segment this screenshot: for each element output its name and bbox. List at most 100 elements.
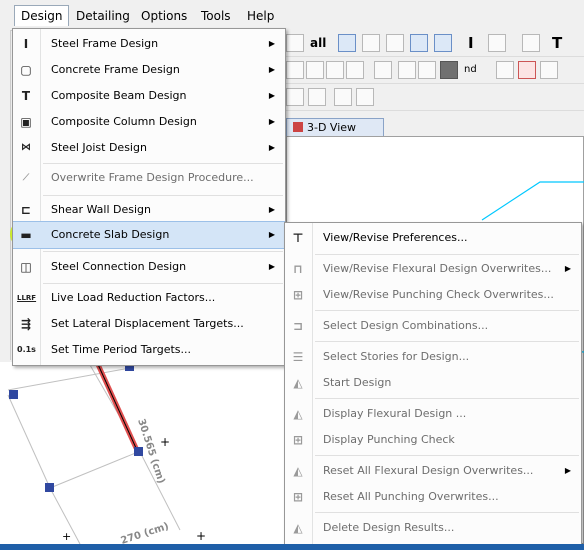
time-period-icon: 0.1s	[17, 345, 36, 354]
menu-item-label: Overwrite Frame Design Procedure...	[51, 171, 254, 184]
submenu-arrow-icon: ▶	[564, 466, 571, 475]
point-marker: +	[196, 529, 206, 543]
delete-results-icon: ◭	[293, 521, 303, 535]
point-marker: +	[62, 530, 71, 543]
node	[9, 390, 18, 399]
menu-item-lateral-displacement[interactable]: ⇶ Set Lateral Displacement Targets...	[13, 311, 285, 337]
selected-beam-center	[95, 359, 137, 449]
lateral-displacement-icon: ⇶	[20, 317, 32, 331]
display-flexural-icon: ◭	[293, 407, 303, 421]
menu-item-label: Reset All Flexural Design Overwrites...	[323, 464, 534, 477]
menu-item-composite-column-design[interactable]: ▣ Composite Column Design ▶	[13, 109, 285, 135]
concrete-frame-icon: ▢	[20, 63, 32, 77]
menu-item-label: Select Design Combinations...	[323, 319, 489, 332]
menu-item-label: Display Punching Check	[323, 433, 455, 446]
menu-item-label: View/Revise Preferences...	[323, 231, 468, 244]
design-menu: I Steel Frame Design ▶ ▢ Concrete Frame …	[12, 28, 286, 366]
menu-item-label: View/Revise Flexural Design Overwrites..…	[323, 262, 552, 275]
menu-item-view-revise-preferences[interactable]: ⊤ View/Revise Preferences...	[285, 225, 581, 251]
shear-wall-icon: ⊏	[20, 203, 32, 217]
menu-item-label: Reset All Punching Overwrites...	[323, 490, 499, 503]
menu-item-time-period-targets[interactable]: 0.1s Set Time Period Targets...	[13, 337, 285, 363]
submenu-arrow-icon: ▶	[268, 117, 275, 126]
menu-item-overwrite-frame-design[interactable]: ⟋ Overwrite Frame Design Procedure...	[13, 165, 285, 191]
grid-line	[49, 451, 139, 489]
menu-item-steel-connection-design[interactable]: ◫ Steel Connection Design ▶	[13, 254, 285, 280]
submenu-arrow-icon: ▶	[268, 65, 275, 74]
menu-separator	[315, 254, 579, 255]
menu-item-label: Shear Wall Design	[51, 203, 151, 216]
design-combinations-icon: ⊐	[292, 319, 304, 333]
menu-item-concrete-slab-design[interactable]: ▬ Concrete Slab Design ▶	[13, 221, 285, 249]
llrf-icon: LLRF	[17, 294, 37, 302]
node	[134, 447, 143, 456]
menu-item-composite-beam-design[interactable]: T Composite Beam Design ▶	[13, 83, 285, 109]
steel-connection-icon: ◫	[20, 260, 32, 274]
menu-item-label: Composite Column Design	[51, 115, 197, 128]
node	[45, 483, 54, 492]
submenu-arrow-icon: ▶	[268, 205, 275, 214]
menu-item-delete-design-results[interactable]: ◭ Delete Design Results...	[285, 515, 581, 541]
steel-frame-icon: I	[23, 37, 29, 51]
menu-item-label: Steel Connection Design	[51, 260, 187, 273]
menu-item-reset-flexural[interactable]: ◭ Reset All Flexural Design Overwrites..…	[285, 458, 581, 484]
display-punching-icon: ⊞	[292, 433, 304, 447]
menu-item-design-combinations[interactable]: ⊐ Select Design Combinations...	[285, 313, 581, 339]
menu-separator	[43, 195, 283, 196]
flexural-overwrites-icon: ⊓	[293, 262, 303, 276]
submenu-arrow-icon: ▶	[268, 230, 275, 239]
menu-item-label: Select Stories for Design...	[323, 350, 470, 363]
submenu-arrow-icon: ▶	[268, 143, 275, 152]
frame-line-cyan	[481, 181, 584, 221]
steel-joist-icon: ⋈	[21, 142, 31, 153]
menu-item-flexural-overwrites[interactable]: ⊓ View/Revise Flexural Design Overwrites…	[285, 256, 581, 282]
reset-flexural-icon: ◭	[293, 464, 303, 478]
start-design-icon: ◭	[293, 376, 303, 390]
composite-column-icon: ▣	[20, 115, 32, 129]
preferences-icon: ⊤	[292, 231, 304, 245]
concrete-slab-submenu: ⊤ View/Revise Preferences... ⊓ View/Revi…	[284, 222, 582, 546]
menu-item-concrete-frame-design[interactable]: ▢ Concrete Frame Design ▶	[13, 57, 285, 83]
menu-item-label: Display Flexural Design ...	[323, 407, 467, 420]
menu-item-steel-frame-design[interactable]: I Steel Frame Design ▶	[13, 31, 285, 57]
menu-separator	[315, 341, 579, 342]
menu-item-label: Set Time Period Targets...	[51, 343, 192, 356]
menu-separator	[315, 455, 579, 456]
overwrite-frame-icon: ⟋	[22, 173, 30, 183]
menu-item-select-stories[interactable]: ☰ Select Stories for Design...	[285, 344, 581, 370]
menu-item-label: Concrete Frame Design	[51, 63, 180, 76]
menu-item-label: Live Load Reduction Factors...	[51, 291, 216, 304]
menu-item-label: Concrete Slab Design	[51, 228, 170, 241]
menu-separator	[315, 310, 579, 311]
menu-item-punching-overwrites[interactable]: ⊞ View/Revise Punching Check Overwrites.…	[285, 282, 581, 308]
menu-separator	[315, 512, 579, 513]
menu-separator	[43, 251, 283, 252]
taskbar	[0, 544, 584, 550]
submenu-arrow-icon: ▶	[268, 39, 275, 48]
select-stories-icon: ☰	[292, 350, 304, 364]
menu-item-shear-wall-design[interactable]: ⊏ Shear Wall Design ▶	[13, 197, 285, 223]
menu-separator	[43, 163, 283, 164]
menu-item-live-load-reduction[interactable]: LLRF Live Load Reduction Factors...	[13, 285, 285, 311]
menu-item-label: Delete Design Results...	[323, 521, 455, 534]
composite-beam-icon: T	[21, 89, 31, 103]
menu-item-label: Steel Joist Design	[51, 141, 147, 154]
menu-item-reset-punching[interactable]: ⊞ Reset All Punching Overwrites...	[285, 484, 581, 510]
menu-item-steel-joist-design[interactable]: ⋈ Steel Joist Design ▶	[13, 135, 285, 161]
menu-item-display-flexural[interactable]: ◭ Display Flexural Design ...	[285, 401, 581, 427]
menu-item-label: View/Revise Punching Check Overwrites...	[323, 288, 554, 301]
menu-item-label: Start Design	[323, 376, 392, 389]
menu-item-label: Set Lateral Displacement Targets...	[51, 317, 244, 330]
grid-line	[7, 367, 131, 391]
menu-item-start-design[interactable]: ◭ Start Design	[285, 370, 581, 396]
menu-item-display-punching[interactable]: ⊞ Display Punching Check	[285, 427, 581, 453]
reset-punching-icon: ⊞	[292, 490, 304, 504]
punching-overwrites-icon: ⊞	[292, 288, 304, 302]
menu-separator	[43, 283, 283, 284]
submenu-arrow-icon: ▶	[268, 91, 275, 100]
point-marker: +	[160, 435, 170, 449]
left-toolbar	[0, 30, 11, 360]
grid-line	[7, 394, 51, 489]
menu-item-label: Steel Frame Design	[51, 37, 159, 50]
submenu-arrow-icon: ▶	[268, 262, 275, 271]
